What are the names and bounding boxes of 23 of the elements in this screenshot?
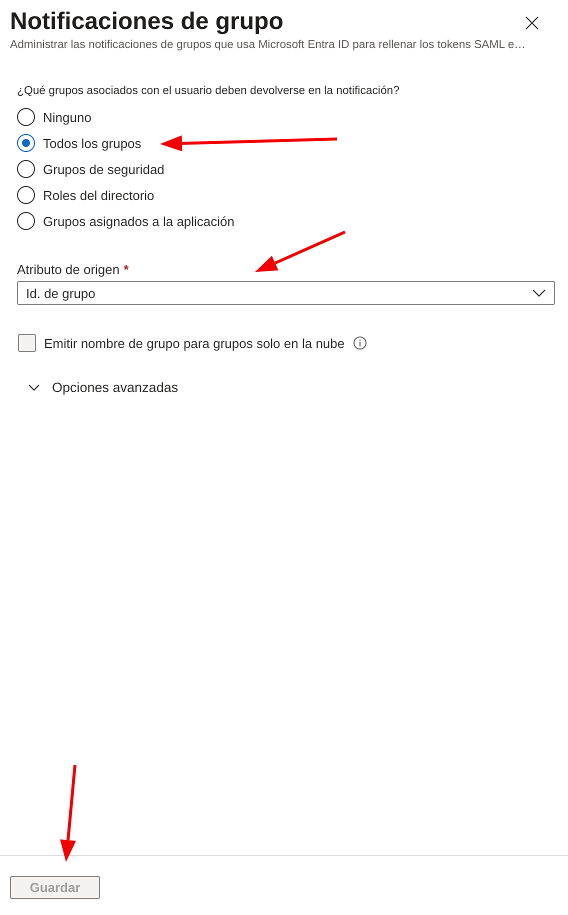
chevron-down-icon bbox=[532, 289, 546, 297]
checkbox[interactable] bbox=[18, 334, 36, 352]
radio-label: Roles del directorio bbox=[43, 188, 154, 202]
radio-label: Grupos asignados a la aplicación bbox=[43, 214, 235, 228]
close-icon bbox=[525, 16, 539, 30]
source-attribute-dropdown[interactable]: Id. de grupo bbox=[17, 281, 555, 305]
info-icon[interactable] bbox=[352, 336, 367, 350]
radio-label: Todos los grupos bbox=[43, 136, 142, 150]
field-label: Atributo de origen bbox=[17, 262, 120, 277]
question-text: ¿Qué grupos asociados con el usuario deben devolverse en la notificación? bbox=[17, 85, 400, 97]
chevron-icon bbox=[28, 384, 40, 392]
required-mark: * bbox=[124, 262, 129, 277]
radio-label: Ninguno bbox=[43, 110, 92, 124]
panel-title: Notificaciones de grupo bbox=[10, 7, 284, 37]
radio-label: Grupos de seguridad bbox=[43, 162, 164, 176]
radio-button[interactable] bbox=[17, 108, 35, 126]
checkbox-label: Emitir nombre de grupo para grupos solo en la nube bbox=[44, 336, 345, 350]
radio-button[interactable] bbox=[17, 160, 35, 178]
radio-button[interactable] bbox=[17, 186, 35, 204]
advanced-options-toggle[interactable]: Opciones avanzadas bbox=[28, 380, 178, 395]
panel-subtitle: Administrar las notificaciones de grupos que usa Microsoft Entra ID para rellenar los tokens SAML e… bbox=[10, 39, 527, 51]
radio-button[interactable] bbox=[17, 212, 35, 230]
radio-button[interactable] bbox=[17, 134, 35, 152]
